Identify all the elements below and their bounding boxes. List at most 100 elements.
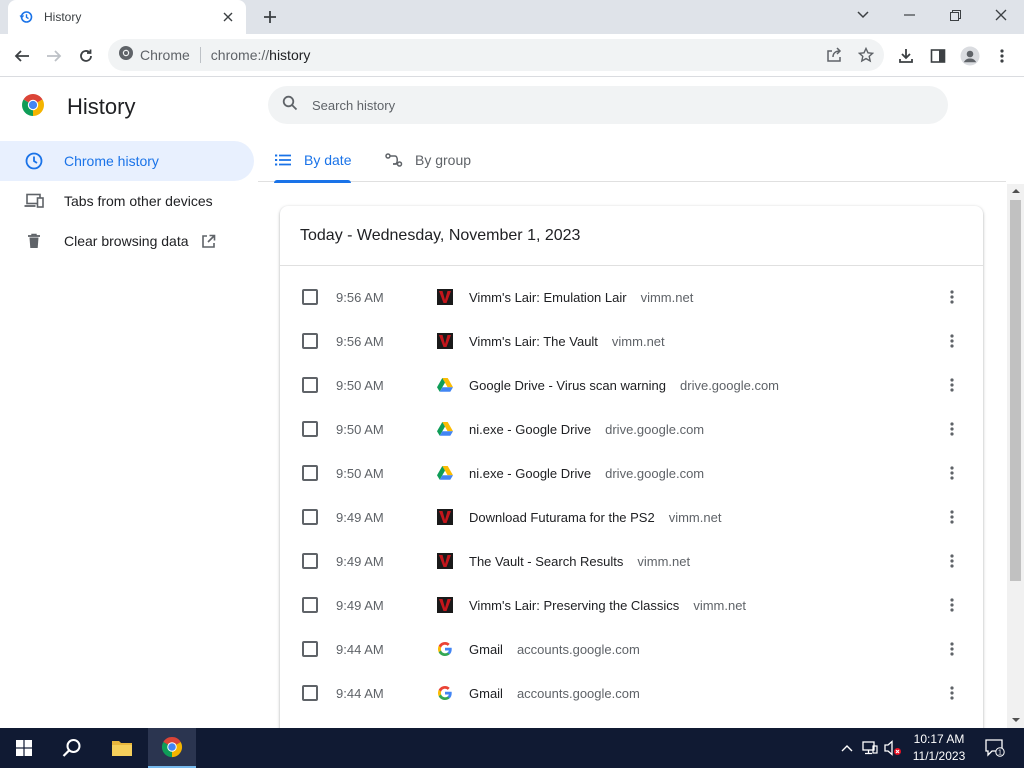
entry-checkbox[interactable] bbox=[302, 553, 318, 569]
windows-start-icon[interactable] bbox=[0, 728, 48, 768]
sidebar-item-chrome-history[interactable]: Chrome history bbox=[0, 141, 254, 181]
vimm-icon bbox=[437, 333, 453, 349]
downloads-icon[interactable] bbox=[892, 42, 920, 70]
entry-link[interactable]: Vimm's Lair: Emulation Lair vimm.net bbox=[469, 290, 693, 305]
google-drive-icon bbox=[437, 465, 453, 481]
search-input[interactable] bbox=[312, 97, 872, 113]
tab-by-date[interactable]: By date bbox=[274, 137, 352, 183]
back-button[interactable] bbox=[8, 42, 36, 70]
devices-icon bbox=[24, 191, 44, 211]
history-entry-row[interactable]: 9:49 AM The Vault - Search Results vimm.ne… bbox=[280, 539, 983, 583]
entry-checkbox[interactable] bbox=[302, 685, 318, 701]
entry-checkbox[interactable] bbox=[302, 289, 318, 305]
taskbar-chrome-icon[interactable] bbox=[148, 728, 196, 768]
entry-link[interactable]: Gmail accounts.google.com bbox=[469, 686, 640, 701]
entry-link[interactable]: ni.exe - Google Drive drive.google.com bbox=[469, 422, 704, 437]
history-icon bbox=[18, 9, 34, 25]
volume-muted-icon[interactable] bbox=[884, 738, 902, 758]
entry-link[interactable]: Gmail accounts.google.com bbox=[469, 642, 640, 657]
taskbar-clock[interactable]: 10:17 AM 11/1/2023 bbox=[906, 731, 972, 765]
entry-title[interactable]: Gmail bbox=[469, 686, 503, 701]
history-entry-row[interactable]: 9:50 AM Google Drive - Virus scan warning… bbox=[280, 363, 983, 407]
sidebar-item-clear-browsing-data[interactable]: Clear browsing data bbox=[0, 221, 254, 261]
entry-title[interactable]: Download Futurama for the PS2 bbox=[469, 510, 655, 525]
group-icon bbox=[385, 151, 403, 169]
tab-history[interactable]: History bbox=[8, 0, 246, 34]
entry-title[interactable]: Vimm's Lair: The Vault bbox=[469, 334, 598, 349]
scroll-down-arrow-icon[interactable] bbox=[1010, 714, 1021, 726]
more-actions-icon[interactable] bbox=[942, 639, 962, 659]
page-scrollbar[interactable] bbox=[1007, 184, 1024, 728]
entry-checkbox[interactable] bbox=[302, 333, 318, 349]
vimm-icon bbox=[437, 289, 453, 305]
more-actions-icon[interactable] bbox=[942, 287, 962, 307]
taskbar-search-icon[interactable] bbox=[48, 728, 96, 768]
tab-label: By date bbox=[304, 151, 352, 168]
entry-link[interactable]: Vimm's Lair: Preserving the Classics vimm… bbox=[469, 598, 746, 613]
entry-link[interactable]: Google Drive - Virus scan warning drive.g… bbox=[469, 378, 779, 393]
tray-chevron-up-icon[interactable] bbox=[838, 738, 856, 758]
more-actions-icon[interactable] bbox=[942, 463, 962, 483]
entry-title[interactable]: Vimm's Lair: Preserving the Classics bbox=[469, 598, 679, 613]
forward-button[interactable] bbox=[40, 42, 68, 70]
entry-link[interactable]: Download Futurama for the PS2 vimm.net bbox=[469, 510, 721, 525]
scrollbar-thumb[interactable] bbox=[1010, 200, 1021, 581]
reload-button[interactable] bbox=[72, 42, 100, 70]
page-title: History bbox=[67, 94, 136, 119]
entry-title[interactable]: Google Drive - Virus scan warning bbox=[469, 378, 666, 393]
more-actions-icon[interactable] bbox=[942, 595, 962, 615]
tab-search-button[interactable] bbox=[840, 0, 886, 30]
history-entry-row[interactable]: 9:44 AM Gmail accounts.google.com bbox=[280, 627, 983, 671]
entry-link[interactable]: ni.exe - Google Drive drive.google.com bbox=[469, 466, 704, 481]
bookmark-star-icon[interactable] bbox=[856, 45, 876, 65]
file-explorer-icon[interactable] bbox=[98, 728, 146, 768]
history-entry-row[interactable]: 9:49 AM Download Futurama for the PS2 vimm… bbox=[280, 495, 983, 539]
more-actions-icon[interactable] bbox=[942, 551, 962, 571]
entry-checkbox[interactable] bbox=[302, 509, 318, 525]
entry-time: 9:50 AM bbox=[336, 421, 384, 437]
restore-button[interactable] bbox=[932, 0, 978, 30]
new-tab-button[interactable] bbox=[259, 6, 281, 28]
notification-center-icon[interactable]: 1 bbox=[984, 738, 1006, 758]
entry-link[interactable]: The Vault - Search Results vimm.net bbox=[469, 554, 690, 569]
close-window-button[interactable] bbox=[978, 0, 1024, 30]
entry-title[interactable]: The Vault - Search Results bbox=[469, 554, 623, 569]
entry-title[interactable]: ni.exe - Google Drive bbox=[469, 422, 591, 437]
tab-title: History bbox=[44, 10, 82, 24]
entry-link[interactable]: Vimm's Lair: The Vault vimm.net bbox=[469, 334, 665, 349]
more-actions-icon[interactable] bbox=[942, 507, 962, 527]
entry-title[interactable]: ni.exe - Google Drive bbox=[469, 466, 591, 481]
history-entry-row[interactable]: 9:49 AM Vimm's Lair: Preserving the Class… bbox=[280, 583, 983, 627]
network-icon[interactable] bbox=[861, 738, 879, 758]
entry-checkbox[interactable] bbox=[302, 597, 318, 613]
history-entry-row[interactable]: 9:50 AM ni.exe - Google Drive drive.google… bbox=[280, 451, 983, 495]
more-actions-icon[interactable] bbox=[942, 331, 962, 351]
entry-checkbox[interactable] bbox=[302, 641, 318, 657]
entry-title[interactable]: Vimm's Lair: Emulation Lair bbox=[469, 290, 627, 305]
sidebar-item-tabs-from-other-devices[interactable]: Tabs from other devices bbox=[0, 181, 254, 221]
entry-checkbox[interactable] bbox=[302, 465, 318, 481]
tab-by-group[interactable]: By group bbox=[385, 137, 471, 182]
search-bar[interactable] bbox=[268, 86, 948, 124]
clock-date: 11/1/2023 bbox=[912, 749, 966, 763]
close-tab-icon[interactable] bbox=[220, 9, 236, 25]
entry-checkbox[interactable] bbox=[302, 421, 318, 437]
more-menu-icon[interactable] bbox=[988, 42, 1016, 70]
entry-checkbox[interactable] bbox=[302, 377, 318, 393]
history-entry-row[interactable]: 9:50 AM ni.exe - Google Drive drive.google… bbox=[280, 407, 983, 451]
history-entry-row[interactable]: 9:56 AM Vimm's Lair: Emulation Lair vimm.n… bbox=[280, 275, 983, 319]
more-actions-icon[interactable] bbox=[942, 419, 962, 439]
history-entry-row[interactable]: 9:44 AM Gmail accounts.google.com bbox=[280, 671, 983, 715]
address-bar[interactable]: Chrome chrome://history bbox=[108, 39, 884, 71]
more-actions-icon[interactable] bbox=[942, 375, 962, 395]
scroll-up-arrow-icon[interactable] bbox=[1010, 184, 1021, 196]
minimize-button[interactable] bbox=[886, 0, 932, 30]
clock-icon bbox=[24, 151, 44, 171]
more-actions-icon[interactable] bbox=[942, 683, 962, 703]
share-icon[interactable] bbox=[824, 45, 844, 65]
history-entry-row[interactable]: 9:56 AM Vimm's Lair: The Vault vimm.net bbox=[280, 319, 983, 363]
side-panel-icon[interactable] bbox=[924, 42, 952, 70]
entry-title[interactable]: Gmail bbox=[469, 642, 503, 657]
profile-avatar-icon[interactable] bbox=[956, 42, 984, 70]
entry-time: 9:49 AM bbox=[336, 597, 384, 613]
